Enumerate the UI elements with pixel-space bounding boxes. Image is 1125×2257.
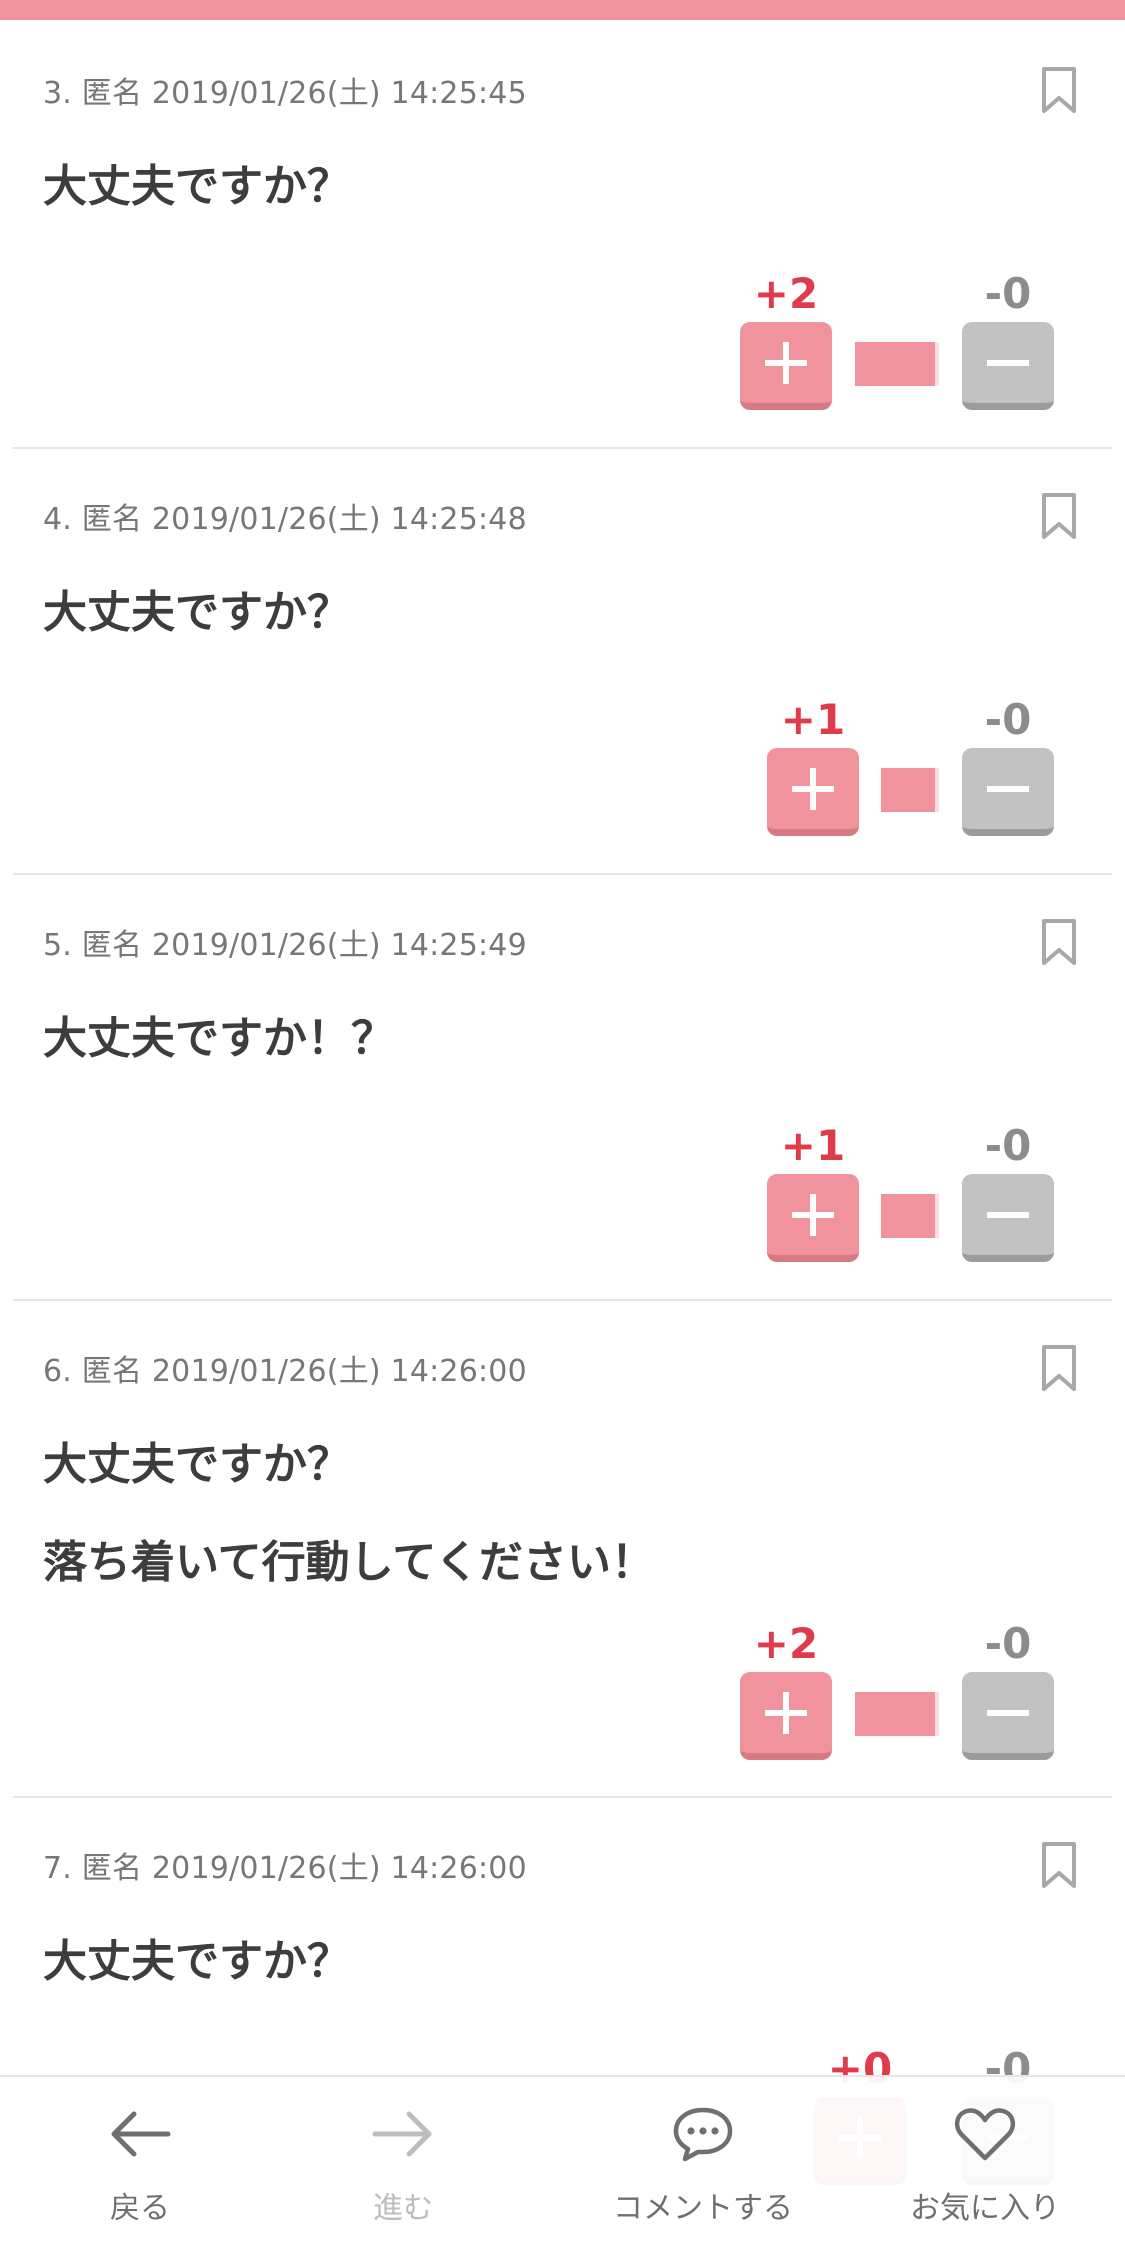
- plus-icon: [765, 1692, 807, 1734]
- minus-count: -0: [984, 695, 1032, 744]
- comment-divider: [13, 1796, 1112, 1798]
- plus-count: +1: [780, 695, 846, 744]
- minus-vote-button[interactable]: [962, 322, 1054, 410]
- minus-vote-button[interactable]: [962, 1174, 1054, 1262]
- bookmark-icon[interactable]: [1040, 66, 1078, 114]
- nav-forward-label: 進む: [373, 2191, 433, 2226]
- heart-icon: [954, 2108, 1016, 2161]
- comment-divider: [13, 1299, 1112, 1301]
- minus-vote-button[interactable]: [962, 1672, 1054, 1760]
- nav-comment-label: コメントする: [613, 2191, 793, 2226]
- comment-divider: [13, 447, 1112, 449]
- minus-icon: [987, 1212, 1029, 1218]
- bottom-navigation: 戻る 進む コメントする お気に入り: [0, 2075, 1125, 2257]
- plus-vote-button[interactable]: [767, 1174, 859, 1262]
- vote-ratio-bar: [881, 768, 939, 812]
- vote-ratio-bar: [855, 1692, 939, 1736]
- plus-icon: [792, 1194, 834, 1236]
- vote-controls: +1 -0: [0, 696, 1125, 836]
- comment-meta: 7. 匿名 2019/01/26(土) 14:26:00: [43, 1851, 527, 1886]
- minus-icon: [987, 1710, 1029, 1716]
- plus-vote-button[interactable]: [740, 322, 832, 410]
- plus-icon: [792, 768, 834, 810]
- nav-forward-button[interactable]: 進む: [283, 2099, 523, 2249]
- plus-count: +2: [753, 269, 819, 318]
- comment-divider: [13, 873, 1112, 875]
- nav-back-label: 戻る: [110, 2191, 170, 2226]
- comment-meta: 3. 匿名 2019/01/26(土) 14:25:45: [43, 76, 527, 111]
- minus-count: -0: [984, 269, 1032, 318]
- nav-back-button[interactable]: 戻る: [20, 2099, 260, 2249]
- nav-comment-button[interactable]: コメントする: [583, 2099, 823, 2249]
- vote-controls: +1 -0: [0, 1122, 1125, 1262]
- bookmark-icon[interactable]: [1040, 1841, 1078, 1889]
- comment-body: 大丈夫ですか？ 落ち着いて行動してください！: [43, 1439, 656, 1588]
- comment-meta: 6. 匿名 2019/01/26(土) 14:26:00: [43, 1354, 527, 1389]
- minus-count: -0: [984, 1619, 1032, 1668]
- minus-icon: [987, 786, 1029, 792]
- vote-controls: +2 -0: [0, 270, 1125, 410]
- comment-body: 大丈夫ですか！？: [43, 1013, 395, 1064]
- bookmark-icon[interactable]: [1040, 918, 1078, 966]
- plus-vote-button[interactable]: [740, 1672, 832, 1760]
- plus-vote-button[interactable]: [767, 748, 859, 836]
- nav-favorite-label: お気に入り: [910, 2191, 1060, 2226]
- comment-body: 大丈夫ですか？: [43, 1936, 351, 1987]
- comment-body: 大丈夫ですか？: [43, 587, 351, 638]
- arrow-left-icon: [111, 2111, 171, 2157]
- bookmark-icon[interactable]: [1040, 492, 1078, 540]
- nav-favorite-button[interactable]: お気に入り: [865, 2099, 1105, 2249]
- minus-count: -0: [984, 1121, 1032, 1170]
- plus-icon: [765, 342, 807, 384]
- vote-controls: +2 -0: [0, 1620, 1125, 1760]
- speech-bubble-icon: [673, 2107, 733, 2162]
- comment-meta: 5. 匿名 2019/01/26(土) 14:25:49: [43, 928, 527, 963]
- plus-count: +2: [753, 1619, 819, 1668]
- comment-body: 大丈夫ですか？: [43, 161, 351, 212]
- vote-ratio-bar: [881, 1194, 939, 1238]
- comment-meta: 4. 匿名 2019/01/26(土) 14:25:48: [43, 502, 527, 537]
- plus-count: +1: [780, 1121, 846, 1170]
- arrow-right-icon: [372, 2111, 432, 2157]
- bookmark-icon[interactable]: [1040, 1344, 1078, 1392]
- minus-icon: [987, 360, 1029, 366]
- top-accent-bar: [0, 0, 1125, 20]
- minus-vote-button[interactable]: [962, 748, 1054, 836]
- vote-ratio-bar: [855, 342, 939, 386]
